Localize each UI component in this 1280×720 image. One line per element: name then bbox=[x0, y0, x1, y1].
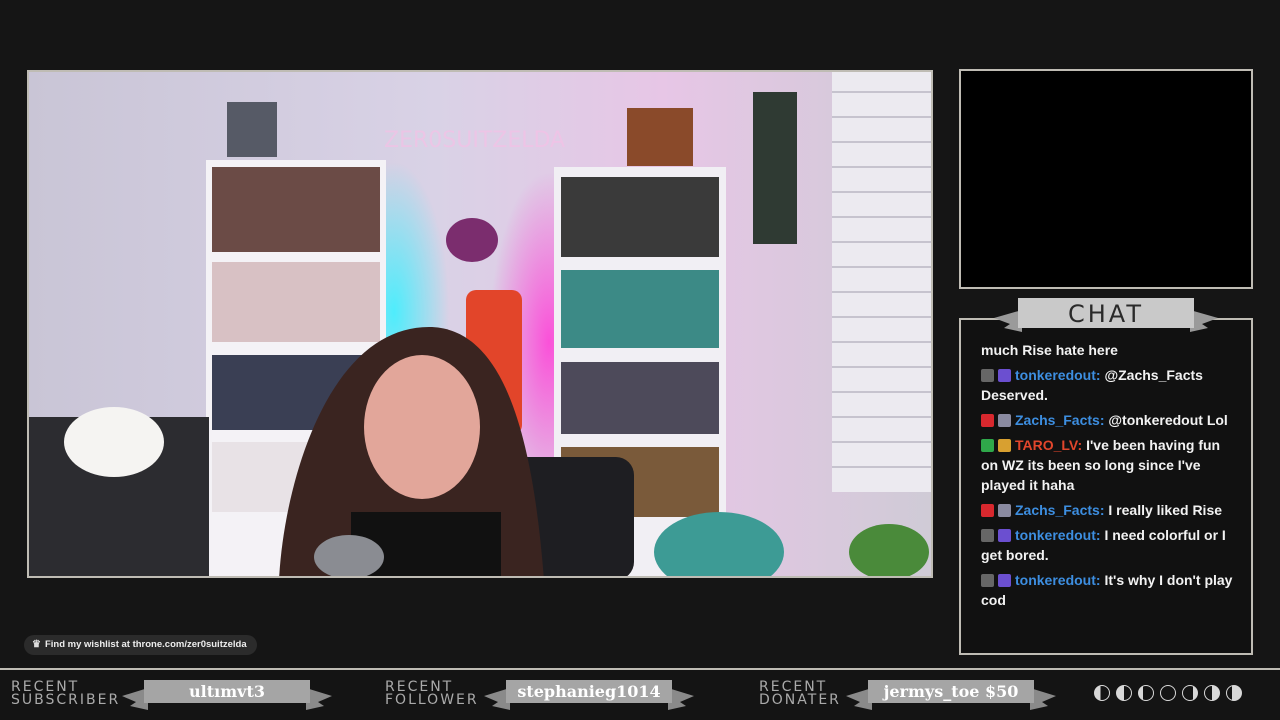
chat-username[interactable]: tonkeredout bbox=[1015, 527, 1096, 543]
sub-badge-icon bbox=[998, 504, 1011, 517]
sub-badge-icon bbox=[998, 529, 1011, 542]
shield-badge-icon bbox=[981, 529, 994, 542]
sub-badge-icon bbox=[998, 574, 1011, 587]
chat-message: Zachs_Facts: I really liked Rise bbox=[981, 500, 1239, 520]
moon-phases bbox=[1094, 685, 1242, 703]
heart-badge-icon bbox=[981, 504, 994, 517]
moon-crescent-icon bbox=[1138, 685, 1154, 701]
wishlist-link[interactable]: ♛ Find my wishlist at throne.com/zer0suit… bbox=[24, 635, 257, 655]
crown-icon: ♛ bbox=[32, 639, 41, 650]
recent-subscriber-label: RECENT SUBSCRIBER bbox=[11, 679, 121, 708]
shield-badge-icon bbox=[981, 369, 994, 382]
chat-username[interactable]: tonkeredout bbox=[1015, 572, 1096, 588]
chat-panel: much Rise hate here tonkeredout: @Zachs_… bbox=[959, 318, 1253, 655]
neon-sign: ZER0SUITZELDA bbox=[384, 128, 565, 153]
moon-half-icon bbox=[1116, 685, 1132, 701]
recent-donater-label: RECENT DONATER bbox=[759, 679, 841, 708]
check-badge-icon bbox=[981, 439, 994, 452]
shield-badge-icon bbox=[981, 574, 994, 587]
moon-new-icon bbox=[1160, 685, 1176, 701]
bottom-bar: RECENT SUBSCRIBER ultımvt3 RECENT FOLLOW… bbox=[0, 668, 1280, 720]
recent-follower-label: RECENT FOLLOWER bbox=[385, 679, 479, 708]
recent-follower-name: stephanieg1014 bbox=[517, 682, 661, 701]
moon-first-quarter-icon bbox=[1204, 685, 1220, 701]
recent-donater-name: jermys_toe $50 bbox=[883, 682, 1019, 701]
chat-message: much Rise hate here bbox=[981, 342, 1118, 358]
chat-message: Zachs_Facts: @tonkeredout Lol bbox=[981, 410, 1239, 430]
chat-message: tonkeredout: I need colorful or I get bo… bbox=[981, 527, 1226, 563]
moon-gibbous-icon bbox=[1226, 685, 1242, 701]
moon-waning-crescent-icon bbox=[1094, 685, 1110, 701]
chat-message: tonkeredout: It's why I don't play cod bbox=[981, 572, 1233, 608]
chat-message: tonkeredout: @Zachs_Facts Deserved. bbox=[981, 367, 1203, 403]
webcam-feed: ZER0SUITZELDA bbox=[27, 70, 933, 578]
empty-panel bbox=[959, 69, 1253, 289]
chat-messages: much Rise hate here tonkeredout: @Zachs_… bbox=[981, 340, 1239, 615]
chat-username[interactable]: TARO_LV bbox=[1015, 437, 1078, 453]
chat-username[interactable]: Zachs_Facts bbox=[1015, 502, 1100, 518]
sub-badge-icon bbox=[998, 369, 1011, 382]
chat-title: CHAT bbox=[1067, 300, 1145, 328]
recent-subscriber-name: ultımvt3 bbox=[189, 682, 265, 701]
moon-waxing-crescent-icon bbox=[1182, 685, 1198, 701]
gift-badge-icon bbox=[998, 439, 1011, 452]
chat-username[interactable]: tonkeredout bbox=[1015, 367, 1096, 383]
chat-message: TARO_LV: I've been having fun on WZ its … bbox=[981, 437, 1221, 493]
sub-badge-icon bbox=[998, 414, 1011, 427]
heart-badge-icon bbox=[981, 414, 994, 427]
chat-username[interactable]: Zachs_Facts bbox=[1015, 412, 1100, 428]
